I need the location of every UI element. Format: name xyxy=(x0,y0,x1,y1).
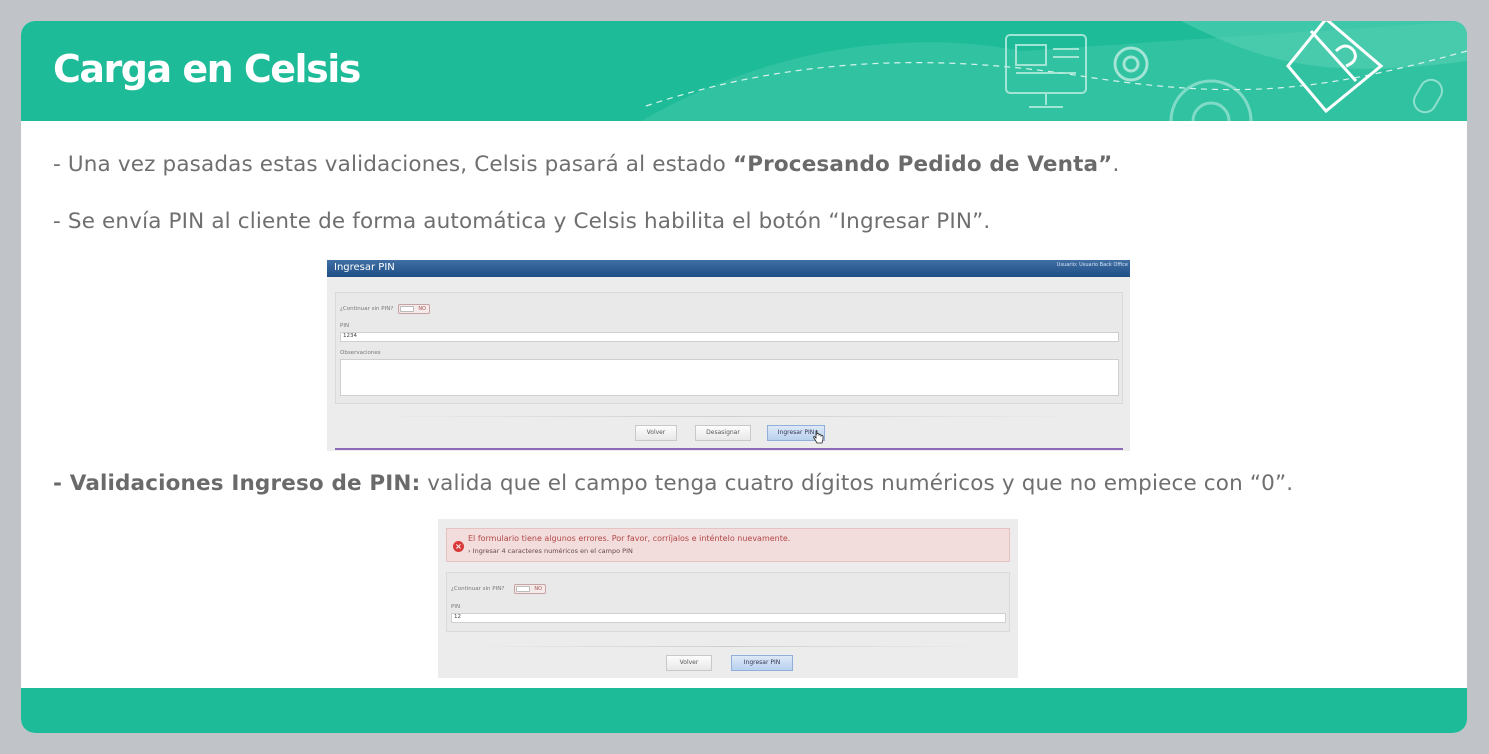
toggle-value: NO xyxy=(534,586,542,592)
desasignar-button[interactable]: Desasignar xyxy=(695,425,751,441)
volver-button[interactable]: Volver xyxy=(635,425,677,441)
screenshot-pin-error: × El formulario tiene algunos errores. P… xyxy=(438,519,1018,678)
pin-value: 12 xyxy=(454,614,461,620)
continue-label: ¿Continuar sin PIN? xyxy=(451,586,505,592)
status-text: - Una vez pasadas estas validaciones, Ce… xyxy=(53,152,733,177)
form-panel: ¿Continuar sin PIN? NO PIN 1234 Observac… xyxy=(335,292,1123,404)
pin-label: PIN xyxy=(340,323,350,329)
ingresar-pin-button[interactable]: Ingresar PIN xyxy=(731,655,793,671)
header-banner: Carga en Celsis xyxy=(21,21,1467,121)
pin-label: PIN xyxy=(451,604,461,610)
error-message: El formulario tiene algunos errores. Por… xyxy=(468,534,791,543)
pin-input[interactable]: 12 xyxy=(451,613,1006,623)
pin-input[interactable]: 1234 xyxy=(340,332,1119,342)
page-title: Carga en Celsis xyxy=(53,47,361,91)
continue-label: ¿Continuar sin PIN? xyxy=(340,306,394,312)
slide: Carga en Celsis - Una vez pasadas estas … xyxy=(21,21,1467,733)
status-suffix: . xyxy=(1112,152,1120,177)
status-bold-text: “Procesando Pedido de Venta” xyxy=(732,152,1113,177)
toggle-value: NO xyxy=(418,306,426,312)
error-item: › Ingresar 4 caracteres numéricos en el … xyxy=(468,547,633,555)
error-alert: × El formulario tiene algunos errores. P… xyxy=(446,528,1010,562)
bottom-accent-line xyxy=(335,448,1123,450)
button-divider xyxy=(367,416,1087,417)
toggle-knob xyxy=(400,306,414,312)
paragraph-pin-sent: - Se envía PIN al cliente de forma autom… xyxy=(53,209,991,234)
paragraph-status: - Una vez pasadas estas validaciones, Ce… xyxy=(53,152,1119,177)
continue-toggle[interactable]: NO xyxy=(514,584,546,594)
continue-toggle[interactable]: NO xyxy=(398,304,430,314)
screenshot-ingresar-pin: Ingresar PIN Usuario: Usuario Back Offic… xyxy=(327,260,1130,451)
validations-text: valida que el campo tenga cuatro dígitos… xyxy=(420,471,1294,496)
volver-button[interactable]: Volver xyxy=(666,655,712,671)
error-x-icon: × xyxy=(453,541,464,552)
observaciones-textarea[interactable] xyxy=(340,359,1119,396)
toggle-knob xyxy=(516,586,530,592)
user-label: Usuario: Usuario Back Office xyxy=(1056,262,1128,268)
button-divider xyxy=(468,646,988,647)
footer-bar xyxy=(21,688,1467,733)
form-panel: ¿Continuar sin PIN? NO PIN 12 xyxy=(446,572,1010,632)
hand-cursor-icon xyxy=(813,430,824,444)
observaciones-label: Observaciones xyxy=(340,350,381,356)
window-title: Ingresar PIN xyxy=(334,262,395,273)
pin-value: 1234 xyxy=(343,333,357,339)
error-item-text: Ingresar 4 caracteres numéricos en el ca… xyxy=(472,547,633,555)
validations-bold-text: - Validaciones Ingreso de PIN: xyxy=(53,471,421,496)
window-titlebar: Ingresar PIN Usuario: Usuario Back Offic… xyxy=(327,260,1130,277)
paragraph-validations: - Validaciones Ingreso de PIN: valida qu… xyxy=(53,471,1293,496)
